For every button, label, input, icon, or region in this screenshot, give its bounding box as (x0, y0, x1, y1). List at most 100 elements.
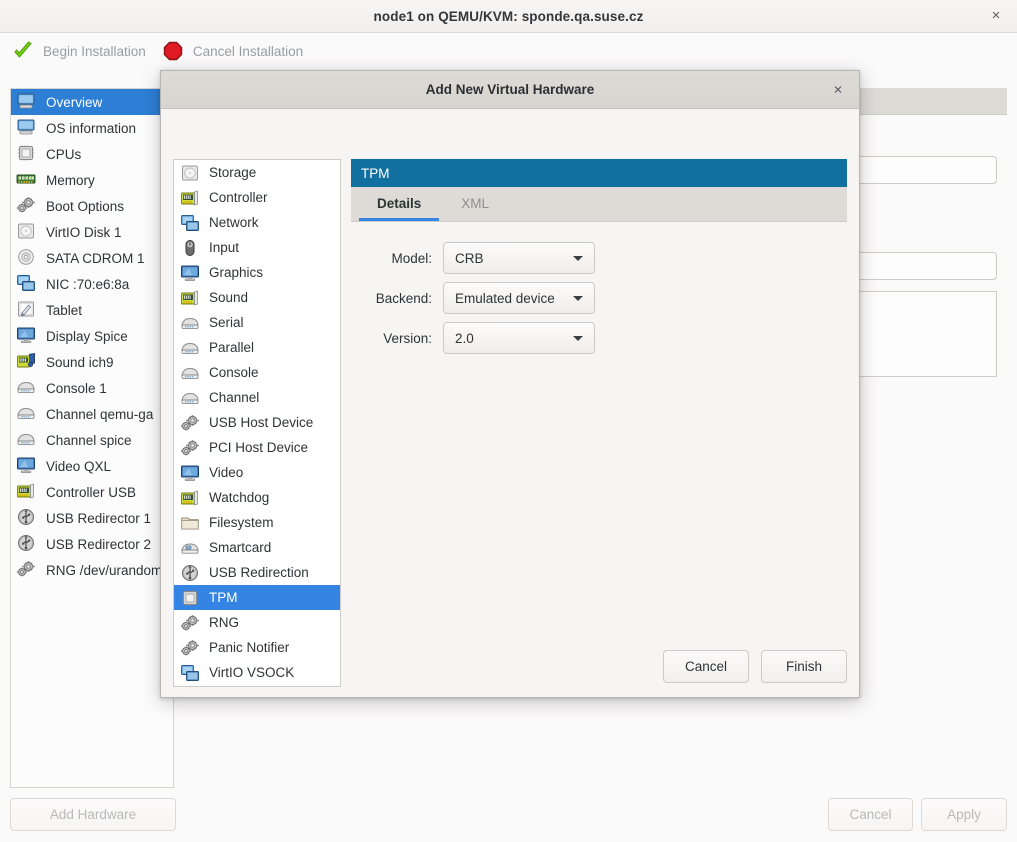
model-select[interactable]: CRB (443, 242, 595, 274)
main-toolbar: Begin Installation Cancel Installation (0, 33, 1017, 69)
usb-icon (180, 564, 200, 582)
usb-icon (16, 534, 38, 554)
cpu-icon (16, 144, 38, 164)
device-item-virtio-vsock[interactable]: VirtIO VSOCK (174, 660, 340, 685)
memory-icon (16, 170, 38, 190)
device-item-channel[interactable]: Channel (174, 385, 340, 410)
close-icon[interactable]: × (829, 81, 847, 98)
sidebar-item-usb-redirector-1[interactable]: USB Redirector 1 (11, 505, 173, 531)
close-icon[interactable]: × (985, 5, 1007, 27)
device-item-watchdog[interactable]: Watchdog (174, 485, 340, 510)
device-item-network[interactable]: Network (174, 210, 340, 235)
version-select[interactable]: 2.0 (443, 322, 595, 354)
device-item-label: Serial (209, 315, 244, 330)
gears-icon (180, 414, 200, 432)
device-item-storage[interactable]: Storage (174, 160, 340, 185)
sidebar-item-label: RNG /dev/urandom (46, 563, 162, 578)
sidebar-item-controller-usb[interactable]: Controller USB (11, 479, 173, 505)
dialog-cancel-button[interactable]: Cancel (663, 650, 749, 683)
chevron-down-icon (573, 336, 583, 341)
device-item-filesystem[interactable]: Filesystem (174, 510, 340, 535)
dialog-actions: Cancel Finish (663, 650, 847, 683)
sidebar-item-label: USB Redirector 1 (46, 511, 151, 526)
sidebar-item-cpus[interactable]: CPUs (11, 141, 173, 167)
sidebar-item-memory[interactable]: Memory (11, 167, 173, 193)
device-item-label: Graphics (209, 265, 263, 280)
device-item-rng[interactable]: RNG (174, 610, 340, 635)
tablet-icon (16, 300, 38, 320)
version-value: 2.0 (455, 331, 474, 346)
device-item-label: Parallel (209, 340, 254, 355)
sidebar-item-os-information[interactable]: OS information (11, 115, 173, 141)
device-item-panic-notifier[interactable]: Panic Notifier (174, 635, 340, 660)
serial-icon (16, 378, 38, 398)
device-item-controller[interactable]: Controller (174, 185, 340, 210)
gears-icon (16, 560, 38, 580)
sidebar-item-virtio-disk-1[interactable]: VirtIO Disk 1 (11, 219, 173, 245)
sidebar-item-boot-options[interactable]: Boot Options (11, 193, 173, 219)
sidebar-item-sound-ich9[interactable]: Sound ich9 (11, 349, 173, 375)
detail-tabs[interactable]: Details XML (351, 187, 847, 222)
device-item-input[interactable]: Input (174, 235, 340, 260)
window-title: node1 on QEMU/KVM: sponde.qa.suse.cz (374, 9, 644, 24)
device-item-label: VirtIO VSOCK (209, 665, 294, 680)
sidebar-item-channel-spice[interactable]: Channel spice (11, 427, 173, 453)
device-item-sound[interactable]: Sound (174, 285, 340, 310)
disk-icon (180, 164, 200, 182)
sidebar-item-tablet[interactable]: Tablet (11, 297, 173, 323)
sidebar-item-label: Console 1 (46, 381, 107, 396)
device-item-pci-host-device[interactable]: PCI Host Device (174, 435, 340, 460)
device-item-graphics[interactable]: Graphics (174, 260, 340, 285)
form-row-version: Version: 2.0 (351, 318, 847, 358)
version-label: Version: (351, 331, 443, 346)
device-item-label: PCI Host Device (209, 440, 308, 455)
sidebar-item-channel-qemu-ga[interactable]: Channel qemu-ga (11, 401, 173, 427)
form-row-model: Model: CRB (351, 238, 847, 278)
begin-installation-button[interactable]: Begin Installation (8, 40, 158, 62)
tab-xml[interactable]: XML (443, 188, 507, 221)
device-item-smartcard[interactable]: Smartcard (174, 535, 340, 560)
hardware-sidebar[interactable]: OverviewOS informationCPUsMemoryBoot Opt… (10, 88, 174, 788)
device-item-label: RNG (209, 615, 239, 630)
sidebar-item-label: Video QXL (46, 459, 111, 474)
apply-button[interactable]: Apply (921, 798, 1007, 831)
cancel-button[interactable]: Cancel (828, 798, 913, 831)
sidebar-item-usb-redirector-2[interactable]: USB Redirector 2 (11, 531, 173, 557)
device-item-label: USB Host Device (209, 415, 313, 430)
device-item-parallel[interactable]: Parallel (174, 335, 340, 360)
sidebar-item-video-qxl[interactable]: Video QXL (11, 453, 173, 479)
sidebar-item-overview[interactable]: Overview (11, 89, 173, 115)
dialog-titlebar: Add New Virtual Hardware × (161, 71, 859, 109)
cancel-installation-button[interactable]: Cancel Installation (158, 40, 315, 62)
sidebar-item-label: Channel qemu-ga (46, 407, 153, 422)
device-item-serial[interactable]: Serial (174, 310, 340, 335)
sidebar-item-sata-cdrom-1[interactable]: SATA CDROM 1 (11, 245, 173, 271)
form-row-backend: Backend: Emulated device (351, 278, 847, 318)
usb-icon (16, 508, 38, 528)
device-type-list[interactable]: StorageControllerNetworkInput Graphics Sou… (173, 159, 341, 687)
model-value: CRB (455, 251, 484, 266)
dialog-finish-button[interactable]: Finish (761, 650, 847, 683)
sidebar-item-display-spice[interactable]: Display Spice (11, 323, 173, 349)
device-item-tpm[interactable]: TPM (174, 585, 340, 610)
tab-details[interactable]: Details (359, 188, 439, 221)
controller-icon (180, 489, 200, 507)
sidebar-item-label: Display Spice (46, 329, 128, 344)
serial-icon (180, 339, 200, 357)
device-item-usb-redirection[interactable]: USB Redirection (174, 560, 340, 585)
device-item-label: Sound (209, 290, 248, 305)
device-item-label: Smartcard (209, 540, 271, 555)
gears-icon (180, 439, 200, 457)
device-item-video[interactable]: Video (174, 460, 340, 485)
device-item-console[interactable]: Console (174, 360, 340, 385)
backend-select[interactable]: Emulated device (443, 282, 595, 314)
sidebar-item-rng-dev-urandom[interactable]: RNG /dev/urandom (11, 557, 173, 583)
display-icon (180, 264, 200, 282)
device-item-label: Console (209, 365, 259, 380)
device-item-usb-host-device[interactable]: USB Host Device (174, 410, 340, 435)
sidebar-item-nic-70-e6-8a[interactable]: NIC :70:e6:8a (11, 271, 173, 297)
sidebar-item-console-1[interactable]: Console 1 (11, 375, 173, 401)
network-icon (180, 214, 200, 232)
device-item-label: TPM (209, 590, 238, 605)
add-hardware-button[interactable]: Add Hardware (10, 798, 176, 831)
